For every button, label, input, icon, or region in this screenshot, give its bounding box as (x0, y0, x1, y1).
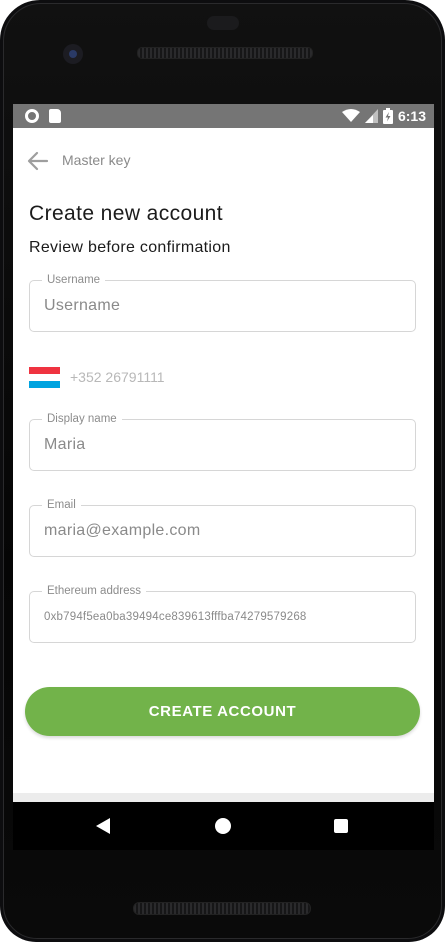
ethereum-address-field[interactable]: Ethereum address 0xb794f5ea0ba39494ce839… (29, 584, 416, 643)
app-bar: Master key (13, 128, 434, 194)
battery-charging-icon (382, 108, 393, 124)
sd-card-icon (49, 109, 61, 123)
display-name-value[interactable]: Maria (44, 420, 86, 470)
circle-notification-icon (25, 109, 39, 123)
create-account-button[interactable]: CREATE ACCOUNT (25, 687, 420, 736)
arrow-left-icon[interactable] (27, 150, 49, 172)
app-screen: 6:13 Master key Create new account Revie… (13, 104, 434, 802)
wifi-icon (341, 109, 360, 122)
display-name-field[interactable]: Display name Maria (29, 412, 416, 471)
status-time: 6:13 (397, 108, 426, 124)
nav-home-icon[interactable] (215, 818, 231, 834)
signal-icon (364, 109, 378, 123)
email-value[interactable]: maria@example.com (44, 506, 201, 556)
earpiece-notch (207, 16, 239, 30)
ethereum-address-value[interactable]: 0xb794f5ea0ba39494ce839613fffba742795792… (44, 592, 307, 642)
phone-number-row: +352 26791111 (29, 366, 165, 388)
nav-recents-icon[interactable] (334, 819, 348, 833)
email-field[interactable]: Email maria@example.com (29, 498, 416, 557)
username-placeholder[interactable]: Username (44, 281, 120, 331)
status-bar: 6:13 (13, 104, 434, 128)
nav-back-icon[interactable] (96, 818, 110, 834)
app-bar-title: Master key (62, 152, 131, 168)
page-title: Create new account (29, 202, 223, 225)
luxembourg-flag-icon (29, 366, 60, 388)
page-subtitle: Review before confirmation (29, 239, 231, 256)
phone-number: +352 26791111 (70, 369, 165, 385)
bottom-speaker-grille (133, 902, 311, 915)
top-speaker-grille (137, 47, 313, 59)
status-bar-right: 6:13 (341, 104, 426, 128)
screen-bottom-divider (13, 793, 434, 802)
front-camera-icon (63, 44, 83, 64)
username-field[interactable]: Username Username (29, 273, 416, 332)
phone-frame: 6:13 Master key Create new account Revie… (0, 0, 445, 942)
system-nav-bar (13, 802, 434, 850)
